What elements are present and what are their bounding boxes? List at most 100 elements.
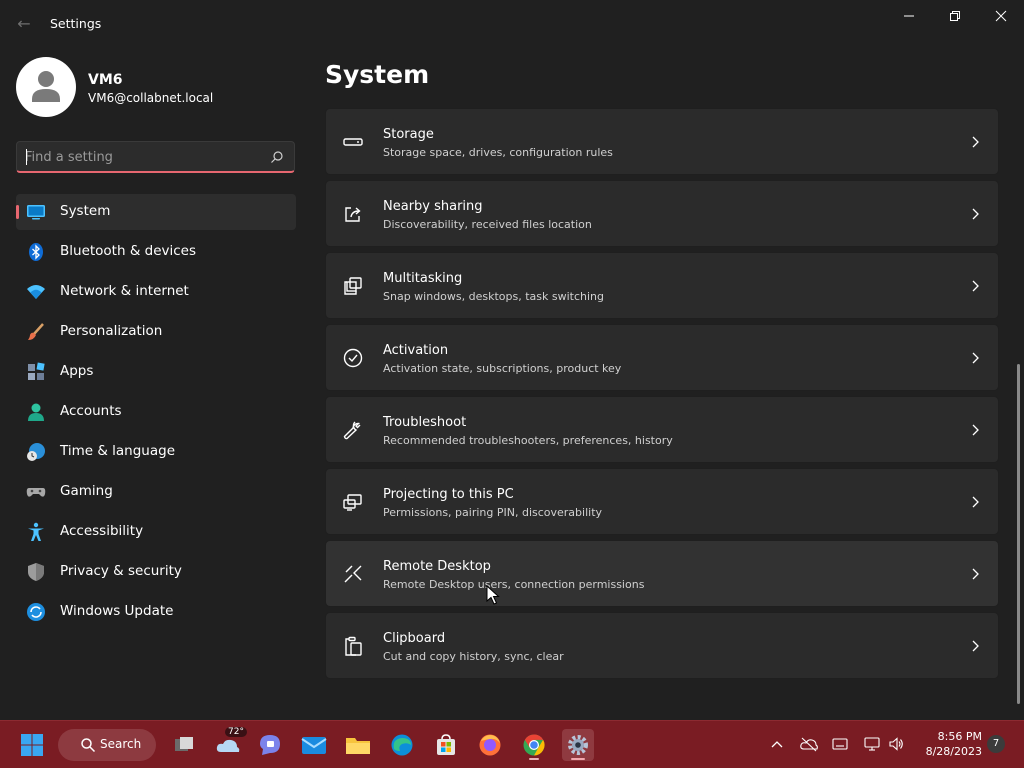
sidebar-item-label: Windows Update [60,603,174,619]
apps-icon [28,362,45,380]
chevron-right-icon [972,568,979,580]
close-icon [995,10,1007,22]
store-button[interactable] [430,729,462,761]
clock-time: 8:56 PM [937,730,982,743]
active-indicator [571,758,585,760]
sidebar-item-label: System [60,203,111,219]
task-view-button[interactable] [168,729,200,761]
share-icon [343,204,363,224]
file-explorer-icon [346,738,370,754]
sidebar-item-privacy-security[interactable]: Privacy & security [16,554,296,590]
chevron-right-icon [972,640,979,652]
close-button[interactable] [978,0,1024,32]
chevron-right-icon [972,496,979,508]
user-email: VM6@collabnet.local [88,91,214,105]
sidebar-item-label: Apps [60,363,94,379]
teams-chat-button[interactable] [254,729,286,761]
card-description: Snap windows, desktops, task switching [383,290,605,303]
chevron-right-icon [972,424,979,436]
start-button[interactable] [16,729,48,761]
update-icon [27,603,45,621]
avatar[interactable] [16,57,76,117]
sidebar-item-accounts[interactable]: Accounts [16,394,296,430]
sidebar-item-apps[interactable]: Apps [16,354,296,390]
firefox-icon [479,734,501,756]
gamepad-icon [26,488,46,497]
sidebar-item-time-language[interactable]: Time & language [16,434,296,470]
settings-card-remote-desktop[interactable]: Remote Desktop Remote Desktop users, con… [325,540,999,607]
globe-clock-icon [27,443,45,461]
sidebar-item-label: Accessibility [60,523,144,539]
settings-taskbar-button[interactable] [562,729,594,761]
page-title: System [325,60,430,89]
notification-badge[interactable]: 7 [987,735,1005,753]
search-box[interactable] [16,141,295,173]
sidebar-item-bluetooth-devices[interactable]: Bluetooth & devices [16,234,296,270]
settings-card-clipboard[interactable]: Clipboard Cut and copy history, sync, cl… [325,612,999,679]
volume-icon[interactable] [888,736,904,752]
card-description: Permissions, pairing PIN, discoverabilit… [383,506,603,519]
chevron-up-icon[interactable] [769,736,785,752]
wrench-icon [343,420,363,440]
card-description: Discoverability, received files location [383,218,592,231]
app-title: Settings [50,16,102,31]
settings-card-nearby-sharing[interactable]: Nearby sharing Discoverability, received… [325,180,999,247]
start-icon [21,734,43,756]
settings-list: Storage Storage space, drives, configura… [325,108,999,684]
settings-card-storage[interactable]: Storage Storage space, drives, configura… [325,108,999,175]
minimize-button[interactable] [886,0,932,32]
chrome-icon [523,734,545,756]
clock-date: 8/28/2023 [925,745,982,758]
restore-icon [950,11,960,21]
sidebar-item-windows-update[interactable]: Windows Update [16,594,296,630]
shield-icon [28,563,44,581]
sidebar-item-label: Network & internet [60,283,189,299]
sidebar-item-accessibility[interactable]: Accessibility [16,514,296,550]
scrollbar[interactable] [1017,364,1020,704]
taskbar-search-label: Search [100,737,142,751]
teams-chat-icon [260,735,280,755]
multitasking-icon [343,276,363,296]
paintbrush-icon [28,323,44,340]
search-icon[interactable] [270,150,284,164]
search-input[interactable] [25,147,265,167]
taskbar-search-button[interactable]: Search [58,729,156,761]
card-title: Remote Desktop [383,559,491,574]
store-icon [437,734,455,755]
projection-icon [343,492,363,512]
touch-keyboard-icon[interactable] [832,736,848,752]
settings-card-troubleshoot[interactable]: Troubleshoot Recommended troubleshooters… [325,396,999,463]
storage-icon [343,132,363,152]
card-title: Projecting to this PC [383,487,514,502]
user-name: VM6 [88,72,123,88]
sidebar-item-gaming[interactable]: Gaming [16,474,296,510]
mail-button[interactable] [298,729,330,761]
edge-button[interactable] [386,729,418,761]
settings-card-projecting[interactable]: Projecting to this PC Permissions, pairi… [325,468,999,535]
settings-card-multitasking[interactable]: Multitasking Snap windows, desktops, tas… [325,252,999,319]
file-explorer-button[interactable] [342,729,374,761]
sidebar-item-network[interactable]: Network & internet [16,274,296,310]
sidebar-item-label: Time & language [60,443,176,459]
card-title: Nearby sharing [383,199,483,214]
card-title: Storage [383,127,434,142]
chevron-right-icon [972,136,979,148]
task-view-icon [175,737,193,751]
onedrive-offline-icon[interactable] [800,736,818,752]
firefox-button[interactable] [474,729,506,761]
sidebar-item-personalization[interactable]: Personalization [16,314,296,350]
back-arrow-icon[interactable]: ← [12,12,36,36]
taskbar-clock[interactable]: 8:56 PM 8/28/2023 [916,729,982,759]
settings-icon [568,735,588,755]
minimize-icon [904,15,914,17]
sidebar-item-system[interactable]: System [16,194,296,230]
wifi-icon [27,285,45,299]
remote-desktop-icon [343,564,363,584]
settings-card-activation[interactable]: Activation Activation state, subscriptio… [325,324,999,391]
restore-button[interactable] [932,0,978,32]
chrome-button[interactable] [518,729,550,761]
sidebar-item-label: Gaming [60,483,113,499]
sidebar-item-label: Bluetooth & devices [60,243,197,259]
network-icon[interactable] [864,736,880,752]
sidebar-item-label: Privacy & security [60,563,182,579]
